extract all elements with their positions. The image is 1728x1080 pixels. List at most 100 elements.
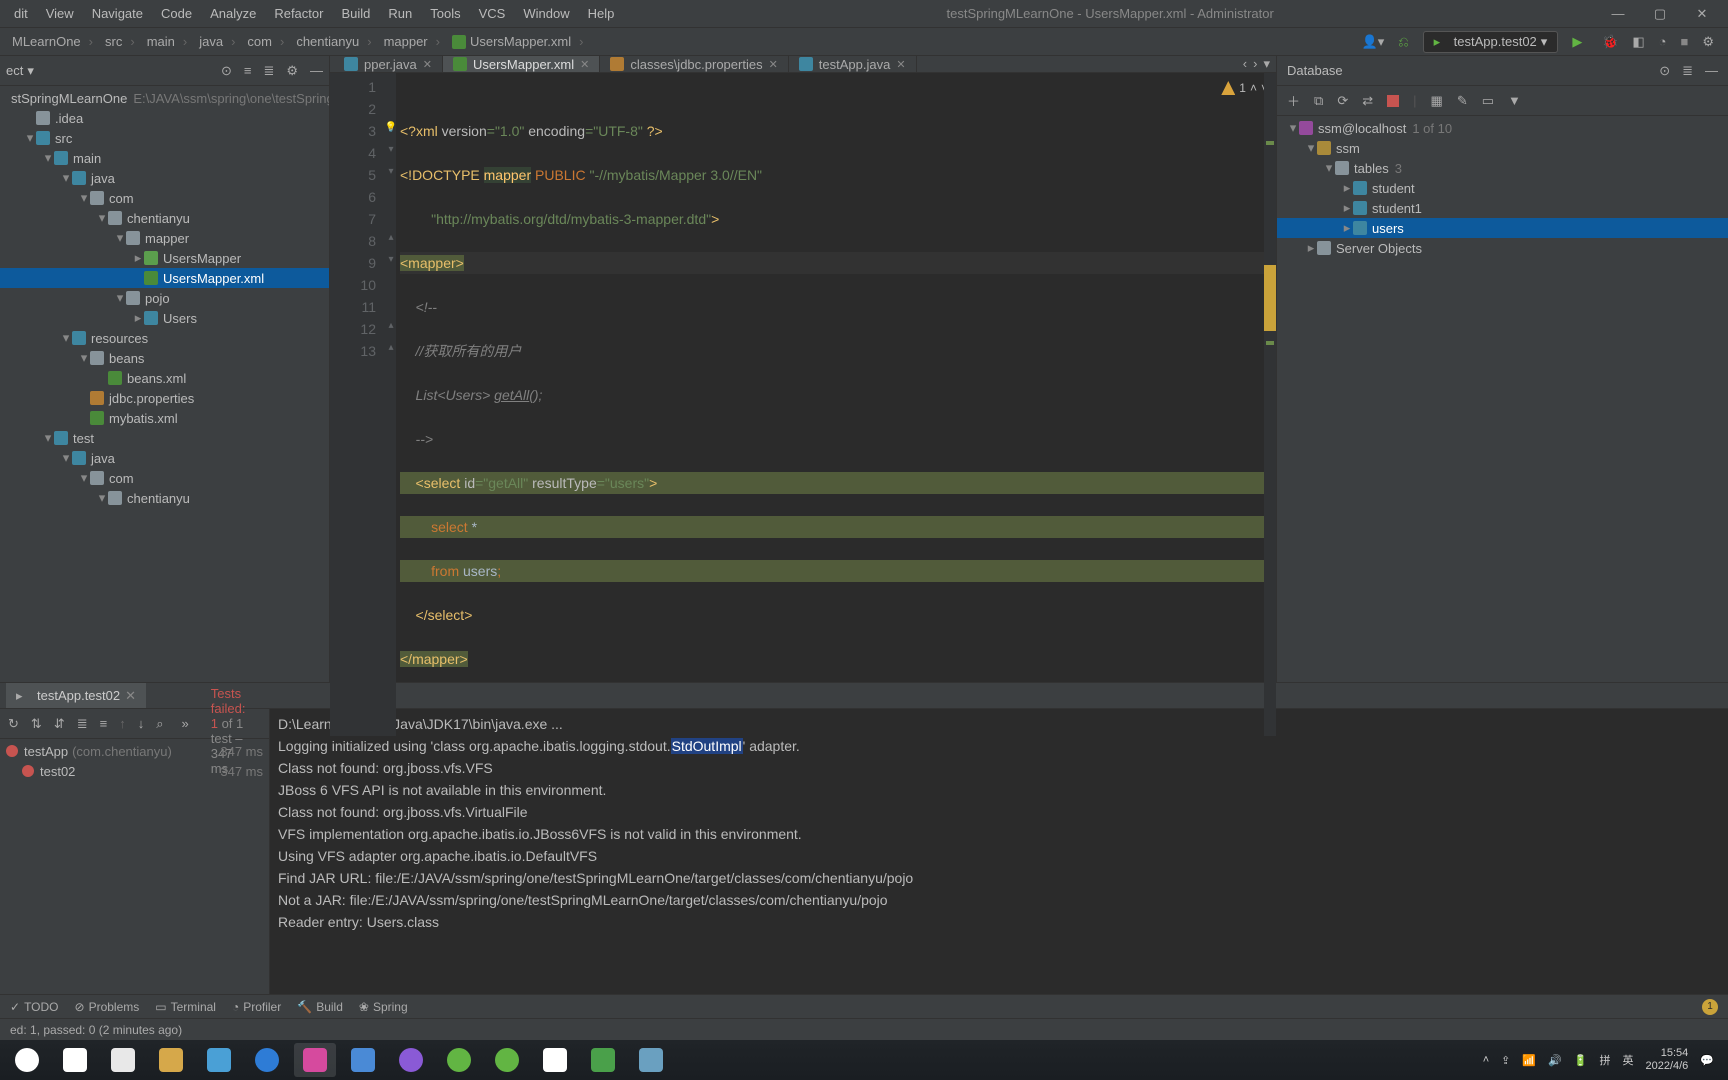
project-tree-item[interactable]: ▾com	[0, 188, 329, 208]
prev-highlight-icon[interactable]: ˄	[1250, 77, 1257, 99]
menu-item[interactable]: Refactor	[266, 4, 331, 23]
menu-item[interactable]: Help	[580, 4, 623, 23]
close-icon[interactable]: ✕	[896, 58, 905, 71]
tool-tab-profiler[interactable]: ◔ Profiler	[232, 1000, 281, 1014]
sort-icon[interactable]: ⇅	[31, 716, 42, 732]
taskbar-app[interactable]	[342, 1043, 384, 1077]
taskbar-app[interactable]	[486, 1043, 528, 1077]
rerun-icon[interactable]: ↻	[8, 716, 19, 732]
console-output[interactable]: D:\LearnApp\SDK\Java\JDK17\bin\java.exe …	[270, 709, 1728, 994]
profile-button[interactable]: ◔	[1659, 34, 1667, 49]
sync-icon[interactable]: ⇄	[1362, 93, 1373, 109]
taskbar-app[interactable]	[630, 1043, 672, 1077]
tray-notification-icon[interactable]: 💬	[1700, 1054, 1714, 1067]
tray-chevron-icon[interactable]: ˄	[1483, 1054, 1489, 1066]
coverage-button[interactable]: ◧	[1632, 34, 1644, 50]
tool-tab-spring[interactable]: ❀ Spring	[359, 1000, 408, 1014]
close-icon[interactable]: ✕	[769, 58, 778, 71]
build-icon[interactable]: ⎌	[1398, 34, 1408, 50]
menu-item[interactable]: Build	[333, 4, 378, 23]
taskbar-app[interactable]	[150, 1043, 192, 1077]
hide-icon[interactable]: —	[310, 63, 323, 78]
project-tree-item[interactable]: mybatis.xml	[0, 408, 329, 428]
breadcrumb[interactable]: main	[141, 34, 194, 49]
project-tree-item[interactable]: ▾java	[0, 448, 329, 468]
menu-item[interactable]: dit	[6, 4, 36, 23]
taskbar-app[interactable]	[102, 1043, 144, 1077]
prev-failed-icon[interactable]: ↑	[119, 716, 126, 731]
duplicate-icon[interactable]: ⧉	[1314, 93, 1323, 109]
menu-item[interactable]: Navigate	[84, 4, 151, 23]
hide-icon[interactable]: —	[1705, 63, 1718, 78]
refresh-icon[interactable]: ⟳	[1337, 93, 1348, 109]
database-tree-item[interactable]: ▾ssm	[1277, 138, 1728, 158]
run-tab[interactable]: ▸ testApp.test02 ✕	[6, 683, 146, 708]
tab-prev-icon[interactable]: ‹	[1243, 56, 1247, 72]
taskbar-app[interactable]	[198, 1043, 240, 1077]
editor-tab[interactable]: classes\jdbc.properties✕	[600, 56, 788, 72]
menu-item[interactable]: View	[38, 4, 82, 23]
taskbar-app[interactable]	[54, 1043, 96, 1077]
code-content[interactable]: 1 ˄ ˅ <?xml version="1.0" encoding="UTF-…	[396, 73, 1276, 736]
run-config-selector[interactable]: ▸ testApp.test02 ▾	[1423, 31, 1559, 53]
menu-item[interactable]: Analyze	[202, 4, 264, 23]
project-tree-item[interactable]: ▾chentianyu	[0, 208, 329, 228]
sort-abc-icon[interactable]: ⇵	[54, 716, 65, 732]
test-tree-item[interactable]: testApp(com.chentianyu)347 ms	[0, 741, 269, 761]
project-tree-item[interactable]: beans.xml	[0, 368, 329, 388]
close-icon[interactable]: ✕	[423, 58, 432, 71]
taskbar-app[interactable]	[582, 1043, 624, 1077]
taskbar-app[interactable]	[438, 1043, 480, 1077]
fold-gutter[interactable]: 💡▾ ▾▴ ▾▴▴	[386, 73, 396, 736]
menu-item[interactable]: Run	[380, 4, 420, 23]
menu-item[interactable]: Tools	[422, 4, 468, 23]
tool-tab-terminal[interactable]: ▭ Terminal	[155, 1000, 216, 1014]
breadcrumb[interactable]: java	[193, 34, 241, 49]
taskbar-app[interactable]	[390, 1043, 432, 1077]
project-tree-item[interactable]: ▾main	[0, 148, 329, 168]
select-opened-file-icon[interactable]: ⊙	[221, 63, 232, 79]
project-tree-item[interactable]: jdbc.properties	[0, 388, 329, 408]
tray-ime1[interactable]: 拼	[1599, 1052, 1610, 1068]
project-tree-item[interactable]: ▸Users	[0, 308, 329, 328]
settings-icon[interactable]: ⚙	[286, 63, 298, 79]
filter-icon[interactable]: ▼	[1508, 93, 1521, 108]
taskbar-app[interactable]	[294, 1043, 336, 1077]
tray-battery-icon[interactable]: 🔋	[1574, 1054, 1588, 1067]
tray-volume-icon[interactable]: 🔊	[1548, 1054, 1562, 1067]
user-icon[interactable]: 👤▾	[1362, 34, 1385, 50]
tray-wifi-icon[interactable]: 📶	[1522, 1054, 1536, 1067]
notification-badge[interactable]: 1	[1702, 999, 1718, 1015]
minimize-button[interactable]: —	[1598, 6, 1638, 21]
stop-icon[interactable]	[1387, 95, 1399, 107]
database-tree-item[interactable]: ▸student1	[1277, 198, 1728, 218]
next-failed-icon[interactable]: ↓	[138, 716, 145, 731]
search-icon[interactable]: ⌕	[156, 716, 163, 732]
stop-button[interactable]: ■	[1680, 34, 1688, 49]
table-view-icon[interactable]: ▦	[1431, 93, 1443, 109]
editor-tab[interactable]: pper.java✕	[334, 56, 443, 72]
breadcrumb[interactable]: com	[241, 34, 290, 49]
database-tree-item[interactable]: ▸student	[1277, 178, 1728, 198]
project-tree-item[interactable]: ▾com	[0, 468, 329, 488]
code-editor[interactable]: 12345678910111213 💡▾ ▾▴ ▾▴▴ 1 ˄ ˅ <?xml …	[330, 73, 1276, 736]
database-tree-item[interactable]: ▾tables3	[1277, 158, 1728, 178]
locate-icon[interactable]: ⊙	[1659, 63, 1670, 79]
tab-list-icon[interactable]: ▾	[1263, 56, 1270, 72]
project-view-selector[interactable]: ect ▾	[6, 63, 34, 79]
tray-clock[interactable]: 15:542022/4/6	[1645, 1047, 1688, 1073]
database-tree-item[interactable]: ▾ssm@localhost1 of 10	[1277, 118, 1728, 138]
breadcrumb[interactable]: MLearnOne	[6, 34, 99, 49]
breadcrumb[interactable]: UsersMapper.xml	[446, 34, 589, 49]
project-tree-item[interactable]: ▸UsersMapper	[0, 248, 329, 268]
run-button[interactable]: ▶	[1572, 34, 1588, 50]
expand-icon[interactable]: ≣	[77, 716, 88, 732]
menu-item[interactable]: Window	[515, 4, 577, 23]
collapse-icon[interactable]: ≡	[100, 716, 108, 731]
taskbar-app[interactable]	[6, 1043, 48, 1077]
breadcrumb[interactable]: chentianyu	[290, 34, 377, 49]
expand-all-icon[interactable]: ≡	[244, 63, 252, 78]
project-tree-item[interactable]: .idea	[0, 108, 329, 128]
breadcrumb[interactable]: src	[99, 34, 141, 49]
project-tree-item[interactable]: ▾src	[0, 128, 329, 148]
